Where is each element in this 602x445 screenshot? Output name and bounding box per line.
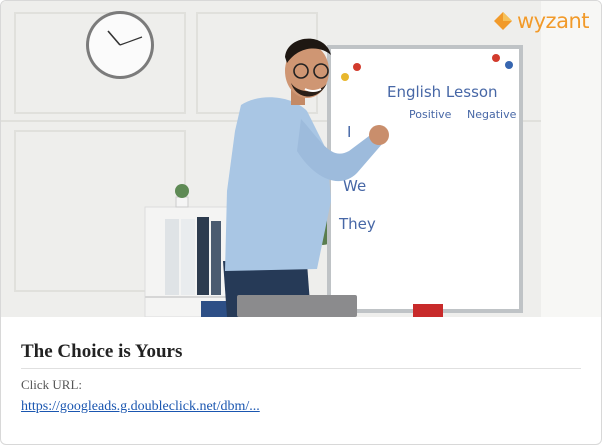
click-url-link[interactable]: https://googleads.g.doubleclick.net/dbm/…: [21, 399, 581, 415]
laptop: [237, 295, 357, 317]
ad-card: English Lesson Positive Negative I We Th…: [0, 0, 602, 445]
wyzant-logo[interactable]: wyzant: [493, 9, 590, 33]
board-pronoun-they: They: [338, 215, 376, 233]
hero-image[interactable]: English Lesson Positive Negative I We Th…: [1, 1, 601, 317]
wall-clock: [86, 11, 154, 79]
click-url-label: Click URL:: [21, 377, 83, 392]
board-col-negative: Negative: [467, 108, 517, 121]
board-title-text: English Lesson: [387, 83, 498, 101]
ad-title: The Choice is Yours: [21, 341, 581, 369]
ad-body: The Choice is Yours Click URL: https://g…: [21, 317, 581, 415]
board-col-positive: Positive: [409, 108, 452, 121]
wyzant-diamond-icon: [493, 12, 512, 30]
board-pronoun-i: I: [347, 123, 351, 141]
whiteboard: English Lesson Positive Negative I We Th…: [327, 45, 523, 317]
logo-wordmark: wyzant: [516, 9, 590, 33]
classroom-photo: English Lesson Positive Negative I We Th…: [1, 1, 601, 317]
